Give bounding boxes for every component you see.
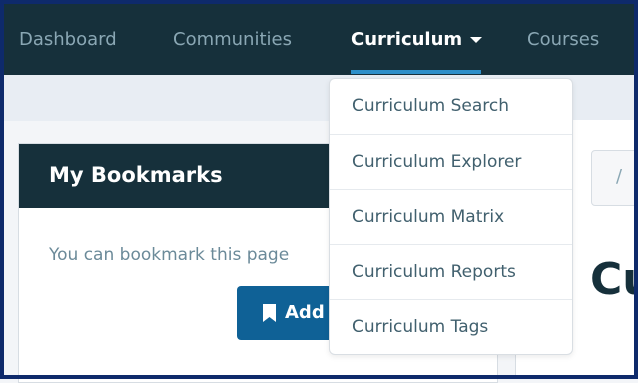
bookmarks-title: My Bookmarks [49,163,223,187]
curriculum-dropdown-menu: Curriculum Search Curriculum Explorer Cu… [329,78,573,355]
breadcrumb [591,150,638,206]
active-tab-indicator [351,70,481,74]
bookmark-icon [263,304,276,322]
nav-dashboard[interactable]: Dashboard [19,27,117,53]
nav-curriculum[interactable]: Curriculum [351,27,483,53]
nav-communities[interactable]: Communities [173,27,292,53]
caret-down-icon [470,37,483,43]
menu-item-curriculum-tags[interactable]: Curriculum Tags [330,299,572,354]
menu-item-curriculum-matrix[interactable]: Curriculum Matrix [330,189,572,244]
nav-courses[interactable]: Courses [527,27,599,53]
nav-dashboard-label: Dashboard [19,29,117,50]
nav-courses-label: Courses [527,29,600,50]
nav-curriculum-label: Curriculum [351,29,463,50]
nav-communities-label: Communities [173,29,292,50]
menu-item-curriculum-reports[interactable]: Curriculum Reports [330,244,572,299]
page-title: Cu [590,254,638,305]
top-navigation: Dashboard Communities Curriculum Courses [0,0,638,75]
breadcrumb-separator: / [616,166,623,187]
menu-item-curriculum-search[interactable]: Curriculum Search [330,79,572,134]
menu-item-curriculum-explorer[interactable]: Curriculum Explorer [330,134,572,189]
bookmarks-info-text: You can bookmark this page [49,245,290,265]
